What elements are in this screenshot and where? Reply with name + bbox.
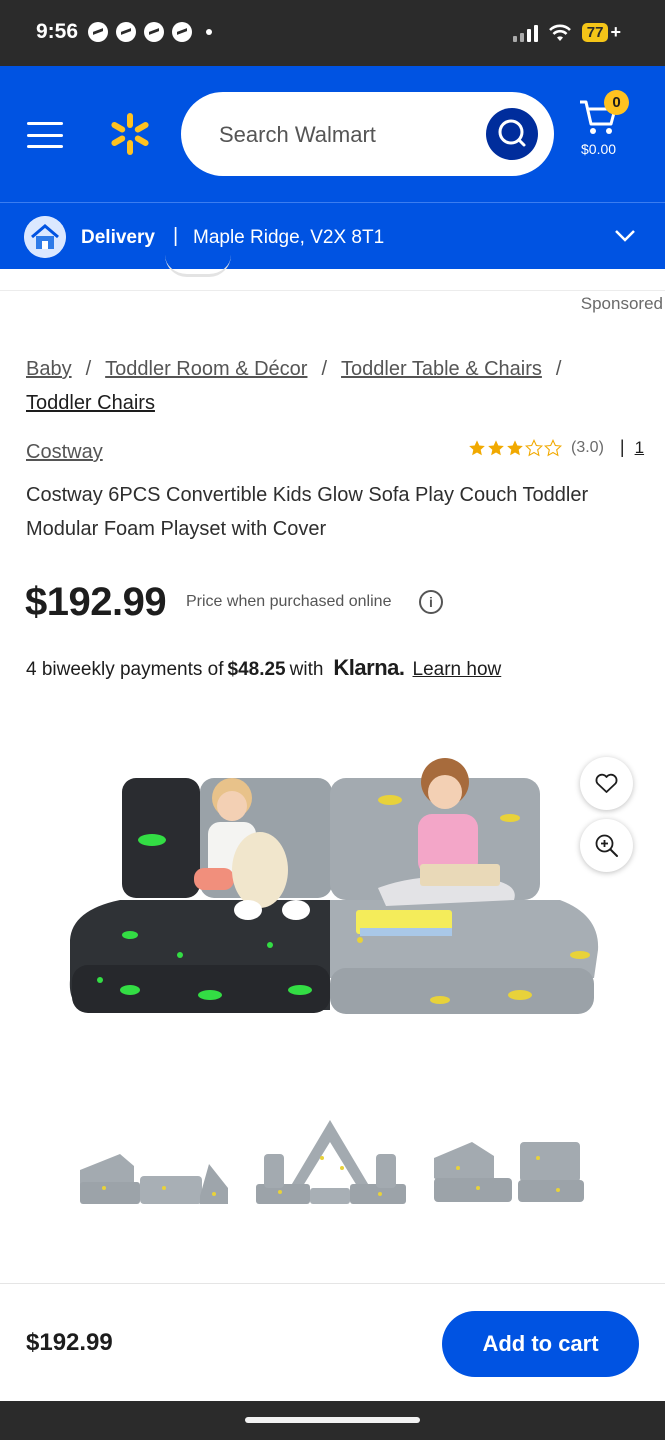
divider [0, 290, 665, 291]
klarna-payment-info: 4 biweekly payments of $48.25 with Klarn… [26, 655, 501, 681]
home-indicator[interactable] [245, 1417, 420, 1423]
breadcrumb: Baby / Toddler Room & Décor / Toddler Table … [26, 352, 646, 420]
breadcrumb-separator: / [555, 358, 562, 380]
product-price: $192.99 [25, 580, 167, 624]
klarna-amount: $48.25 [227, 659, 286, 680]
search-button[interactable] [486, 108, 538, 160]
review-count-link[interactable]: 1 [635, 438, 644, 458]
home-icon [24, 216, 66, 258]
system-nav-bar [0, 1401, 665, 1440]
klarna-prefix: 4 biweekly payments of [26, 659, 224, 680]
walmart-spark-logo[interactable] [108, 112, 152, 156]
star-empty-icon [544, 438, 562, 456]
wifi-icon [548, 24, 571, 41]
delivery-separator: | [173, 225, 179, 247]
info-icon[interactable]: i [419, 590, 443, 614]
rating-separator: | [619, 437, 625, 457]
cart-count-badge: 0 [604, 90, 629, 115]
favorite-button[interactable] [580, 757, 633, 810]
messenger-icon [116, 22, 136, 42]
messenger-icon [144, 22, 164, 42]
star-empty-icon [525, 438, 543, 456]
zoom-button[interactable] [580, 819, 633, 872]
star-filled-icon [469, 439, 485, 455]
search-icon [498, 119, 526, 147]
zoom-in-icon [595, 834, 618, 857]
menu-icon[interactable] [27, 122, 63, 148]
cart-button[interactable]: 0 $0.00 [578, 90, 638, 170]
star-filled-icon [488, 439, 504, 455]
breadcrumb-separator: / [85, 358, 92, 380]
klarna-with: with [289, 659, 324, 680]
delivery-location: Maple Ridge, V2X 8T1 [193, 227, 385, 248]
cellular-signal-icon [512, 24, 538, 42]
status-time: 9:56 [36, 20, 79, 43]
heart-icon [595, 773, 618, 793]
learn-how-link[interactable]: Learn how [413, 659, 502, 681]
product-main-image[interactable] [60, 740, 605, 1030]
brand-link[interactable]: Costway [26, 441, 103, 464]
rating-value: (3.0) [571, 438, 604, 456]
klarna-logo: Klarna. [333, 655, 405, 680]
product-thumbnail[interactable] [250, 1108, 410, 1218]
product-thumbnail[interactable] [428, 1108, 588, 1218]
price-note: Price when purchased online [186, 593, 392, 610]
more-notifications-dot [206, 29, 212, 35]
breadcrumb-link-baby[interactable]: Baby [26, 358, 72, 380]
product-rating[interactable]: (3.0) | 1 [468, 437, 644, 458]
bottom-price: $192.99 [26, 1329, 113, 1356]
notification-icons [88, 22, 212, 42]
delivery-location-bar[interactable]: Delivery | Maple Ridge, V2X 8T1 [0, 202, 665, 269]
chat-bubble-icon [172, 22, 192, 42]
app-header: Search Walmart 0 $0.00 [0, 66, 665, 202]
charging-indicator: + [610, 22, 621, 42]
breadcrumb-link-toddler-room[interactable]: Toddler Room & Décor [105, 358, 307, 380]
search-placeholder: Search Walmart [219, 122, 376, 147]
messenger-icon [88, 22, 108, 42]
star-filled-icon [507, 439, 523, 455]
breadcrumb-link-toddler-chairs[interactable]: Toddler Chairs [26, 392, 155, 414]
breadcrumb-separator: / [321, 358, 328, 380]
delivery-label: Delivery [81, 227, 155, 248]
breadcrumb-link-toddler-table-chairs[interactable]: Toddler Table & Chairs [341, 358, 542, 380]
status-indicators: 77 + [512, 22, 621, 43]
add-to-cart-button[interactable]: Add to cart [442, 1311, 639, 1377]
search-input[interactable]: Search Walmart [181, 92, 554, 176]
partial-carousel-item [165, 255, 231, 277]
status-bar: 9:56 77 + [0, 0, 665, 66]
product-title: Costway 6PCS Convertible Kids Glow Sofa … [26, 484, 589, 540]
battery-level: 77 [581, 23, 609, 42]
chevron-down-icon [615, 230, 635, 242]
cart-total: $0.00 [581, 141, 617, 157]
product-thumbnail[interactable] [74, 1108, 234, 1218]
sponsored-label: Sponsored [580, 294, 663, 313]
bottom-purchase-bar: $192.99 Add to cart [0, 1283, 665, 1401]
